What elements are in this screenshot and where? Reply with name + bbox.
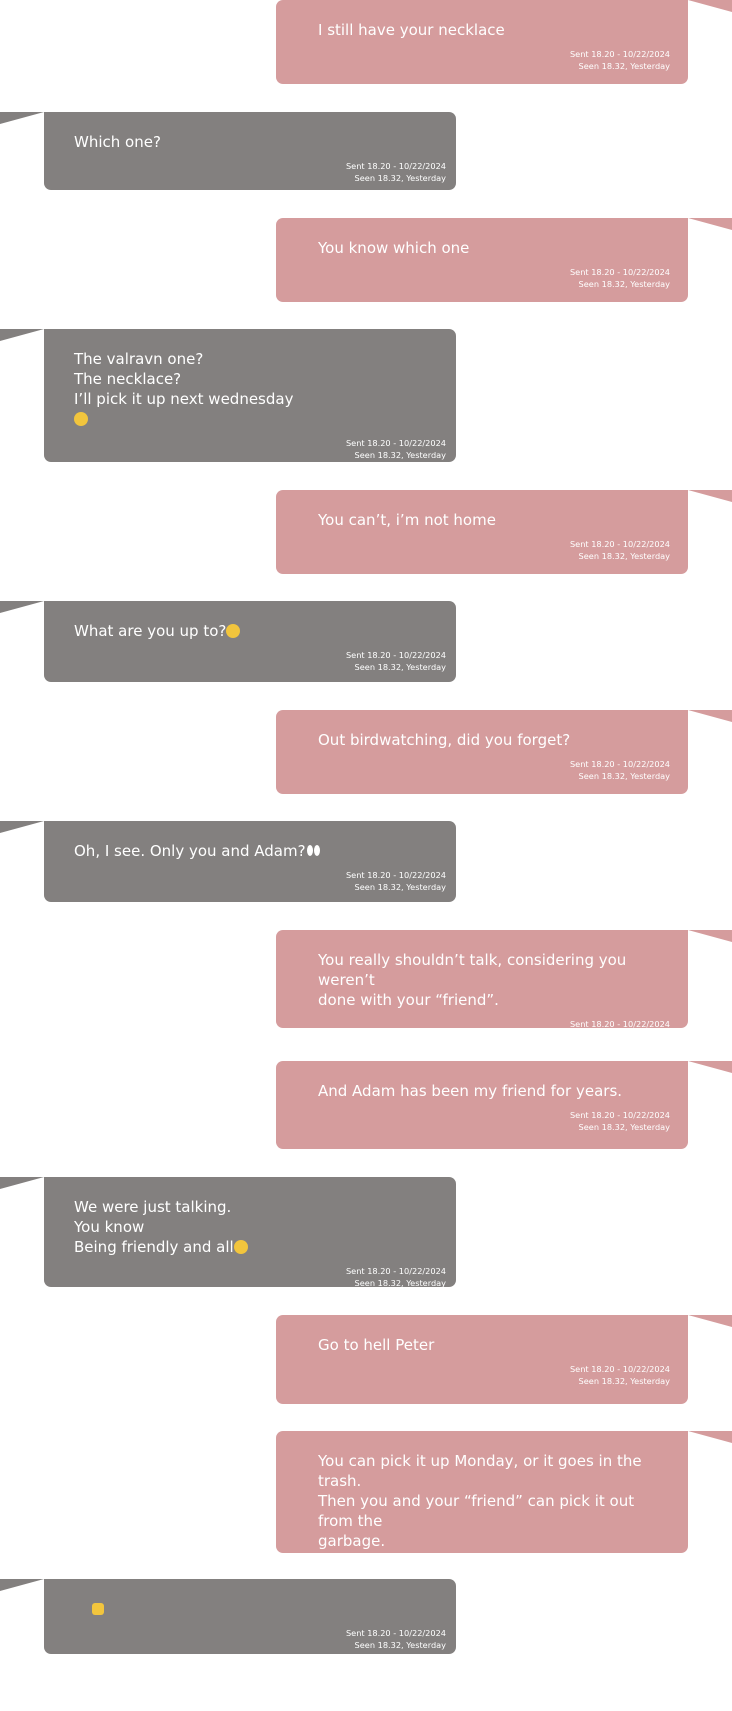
message-text: You can pick it up Monday, or it goes in…	[318, 1452, 642, 1550]
message-meta: Sent 18.20 - 10/22/2024 Seen 18.32, Yest…	[345, 161, 446, 183]
bubble-tail	[0, 821, 44, 833]
message-text-wrap: What are you up to?	[74, 621, 446, 641]
message-text-wrap	[74, 1599, 446, 1619]
thinking-face-icon	[226, 624, 241, 638]
message-text-wrap: Oh, I see. Only you and Adam?	[74, 841, 446, 861]
message-meta: Sent 18.20 - 10/22/2024 Seen 18.32, Yest…	[569, 759, 670, 781]
bubble-tail	[688, 218, 732, 230]
message-bubble-received[interactable]: What are you up to? Sent 18.20 - 10/22/2…	[0, 601, 456, 682]
eyes-icon	[306, 845, 322, 857]
message-bubble-received[interactable]: Which one? Sent 18.20 - 10/22/2024 Seen …	[0, 112, 456, 190]
message-meta: Sent 18.20 - 10/22/2024 Seen 18.32, Yest…	[569, 1019, 670, 1041]
message-meta: Sent 18.20 - 10/22/2024 Seen 18.32, Yest…	[569, 1364, 670, 1386]
message-text: What are you up to?	[74, 622, 227, 640]
message-text: I still have your necklace	[318, 21, 505, 39]
message-bubble-sent[interactable]: You can’t, i’m not home Sent 18.20 - 10/…	[276, 490, 732, 574]
bubble-tail	[0, 601, 44, 613]
bubble-tail	[0, 112, 44, 124]
message-text: The valravn one? The necklace? I’ll pick…	[74, 350, 294, 408]
message-bubble-sent[interactable]: You can pick it up Monday, or it goes in…	[276, 1431, 732, 1582]
message-meta: Sent 18.20 - 10/22/2024 Seen 18.32, Yest…	[569, 539, 670, 561]
bubble-tail	[688, 1061, 732, 1073]
message-text: You can’t, i’m not home	[318, 511, 496, 529]
bubble-tail	[688, 0, 732, 12]
smile-face-icon	[74, 412, 88, 426]
message-text: Which one?	[74, 133, 161, 151]
message-text: We were just talking. You know Being fri…	[74, 1198, 234, 1256]
thumbs-up-icon	[92, 1603, 104, 1615]
message-text: You know which one	[318, 239, 470, 257]
message-bubble-sent[interactable]: You really shouldn’t talk, considering y…	[276, 930, 732, 1041]
message-bubble-sent[interactable]: And Adam has been my friend for years. S…	[276, 1061, 732, 1149]
message-meta: Sent 18.20 - 10/22/2024 Seen 18.32, Yest…	[569, 1110, 670, 1132]
message-text: And Adam has been my friend for years.	[318, 1082, 623, 1100]
message-meta: Sent 18.20 - 10/22/2024 Seen 18.32, Yest…	[569, 49, 670, 71]
bubble-tail	[0, 1579, 44, 1591]
message-meta: Sent 18.20 - 10/22/2024 Seen 18.32, Yest…	[345, 438, 446, 460]
message-text: Out birdwatching, did you forget?	[318, 731, 571, 749]
message-bubble-sent[interactable]: You know which one Sent 18.20 - 10/22/20…	[276, 218, 732, 302]
message-bubble-received[interactable]: Sent 18.20 - 10/22/2024 Seen 18.32, Yest…	[0, 1579, 456, 1654]
bubble-tail	[688, 1431, 732, 1443]
message-bubble-received[interactable]: The valravn one? The necklace? I’ll pick…	[0, 329, 456, 462]
chat-thread: I still have your necklace Sent 18.20 - …	[0, 0, 732, 1711]
bubble-tail	[688, 490, 732, 502]
message-bubble-received[interactable]: We were just talking. You know Being fri…	[0, 1177, 456, 1288]
message-bubble-sent[interactable]: Go to hell Peter Sent 18.20 - 10/22/2024…	[276, 1315, 732, 1404]
message-bubble-sent[interactable]: I still have your necklace Sent 18.20 - …	[276, 0, 732, 84]
bubble-tail	[688, 710, 732, 722]
message-text: You really shouldn’t talk, considering y…	[318, 951, 627, 1009]
message-meta: Sent 18.20 - 10/22/2024 Seen 18.32, Yest…	[345, 1628, 446, 1650]
message-text: Oh, I see. Only you and Adam?	[74, 842, 306, 860]
message-text-wrap: The valravn one? The necklace? I’ll pick…	[74, 349, 446, 429]
bubble-tail	[0, 1177, 44, 1189]
bubble-tail	[688, 930, 732, 942]
message-text-wrap: We were just talking. You know Being fri…	[74, 1197, 446, 1257]
bubble-tail	[688, 1315, 732, 1327]
message-meta: Sent 18.20 - 10/22/2024 Seen 18.32, Yest…	[345, 650, 446, 672]
message-meta: Sent 18.20 - 10/22/2024 Seen 18.32, Yest…	[345, 1266, 446, 1288]
wink-face-icon	[233, 1240, 248, 1254]
message-meta: Sent 18.20 - 10/22/2024 Seen 18.32, Yest…	[569, 267, 670, 289]
message-meta: Sent 18.20 - 10/22/2024 Seen 18.32, Yest…	[345, 870, 446, 892]
bubble-tail	[0, 329, 44, 341]
message-bubble-sent[interactable]: Out birdwatching, did you forget? Sent 1…	[276, 710, 732, 794]
message-bubble-received[interactable]: Oh, I see. Only you and Adam? Sent 18.20…	[0, 821, 456, 902]
message-text: Go to hell Peter	[318, 1336, 435, 1354]
